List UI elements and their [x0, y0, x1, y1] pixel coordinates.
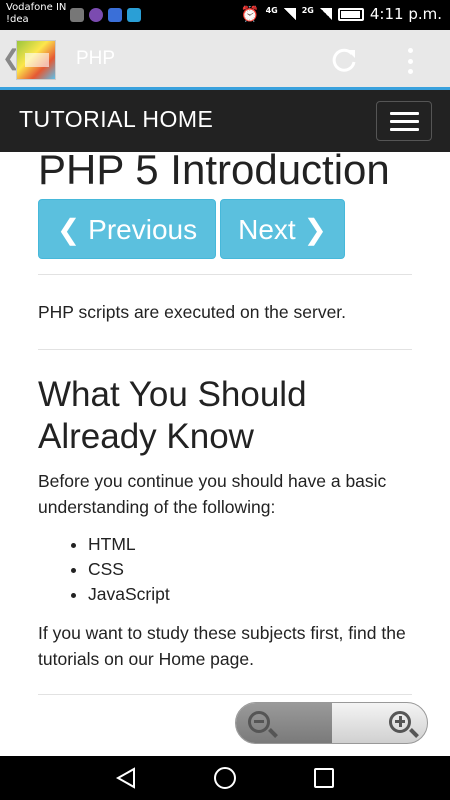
- signal-icon: [319, 8, 332, 20]
- carrier-label: Vodafone IN !dea: [6, 2, 66, 26]
- app-bar: ❮ PHP: [0, 30, 450, 90]
- zoom-in-button[interactable]: [331, 703, 427, 743]
- alarm-icon: ⏰: [240, 5, 260, 23]
- network-type-1: 4G: [265, 5, 278, 15]
- status-indicators: ⏰ 4G 2G 4:11 p.m.: [241, 5, 442, 23]
- zoom-out-button[interactable]: [236, 703, 332, 743]
- carrier-name: Vodafone IN: [6, 2, 67, 13]
- divider: [38, 349, 412, 350]
- list-item: JavaScript: [88, 582, 412, 607]
- heart-notification-icon: [108, 8, 122, 22]
- carrier-secondary: !dea: [6, 14, 29, 25]
- zoom-in-icon: [389, 711, 411, 733]
- system-navigation-bar: [0, 756, 450, 800]
- page-title: PHP 5 Introduction: [38, 146, 390, 193]
- refresh-icon[interactable]: [330, 46, 358, 74]
- footer-paragraph: If you want to study these subjects firs…: [38, 623, 406, 669]
- site-navbar: TUTORIAL HOME: [0, 90, 450, 152]
- hamburger-menu-button[interactable]: [376, 101, 432, 141]
- divider: [38, 694, 412, 695]
- clock: 4:11 p.m.: [369, 5, 442, 23]
- overflow-menu-icon[interactable]: [405, 48, 415, 74]
- next-button[interactable]: Next ❯: [220, 199, 345, 259]
- status-bar: Vodafone IN !dea ⏰ 4G 2G 4:11 p.m.: [0, 0, 450, 30]
- screen: Vodafone IN !dea ⏰ 4G 2G 4:11 p.m. ❮ PHP: [0, 0, 450, 800]
- zoom-out-icon: [248, 711, 270, 733]
- divider: [38, 274, 412, 275]
- section-paragraph: Before you continue you should have a ba…: [38, 471, 387, 517]
- app-title: PHP: [76, 48, 116, 69]
- app-notification-icon: [89, 8, 103, 22]
- battery-icon: [337, 7, 364, 21]
- home-icon[interactable]: [214, 767, 236, 789]
- gallery-notification-icon: [70, 8, 84, 22]
- previous-button[interactable]: ❮ Previous: [38, 199, 216, 259]
- app-logo[interactable]: [16, 40, 56, 80]
- intro-paragraph: PHP scripts are executed on the server.: [38, 302, 347, 322]
- network-type-2: 2G: [301, 5, 314, 15]
- notification-icons: [70, 8, 141, 22]
- main-content: PHP 5 Introduction ❮ Previous Next ❯ PHP…: [38, 146, 412, 695]
- section-heading: What You Should Already Know: [38, 375, 307, 456]
- pagination-buttons: ❮ Previous Next ❯: [38, 199, 412, 259]
- prerequisites-list: HTML CSS JavaScript: [88, 532, 412, 607]
- recent-apps-icon[interactable]: [314, 768, 334, 788]
- list-item: CSS: [88, 557, 412, 582]
- zoom-control: [235, 702, 428, 744]
- list-item: HTML: [88, 532, 412, 557]
- signal-icon: [283, 8, 296, 20]
- back-icon[interactable]: [115, 767, 137, 789]
- tutorial-home-link[interactable]: TUTORIAL HOME: [19, 106, 213, 133]
- chat-notification-icon: [127, 8, 141, 22]
